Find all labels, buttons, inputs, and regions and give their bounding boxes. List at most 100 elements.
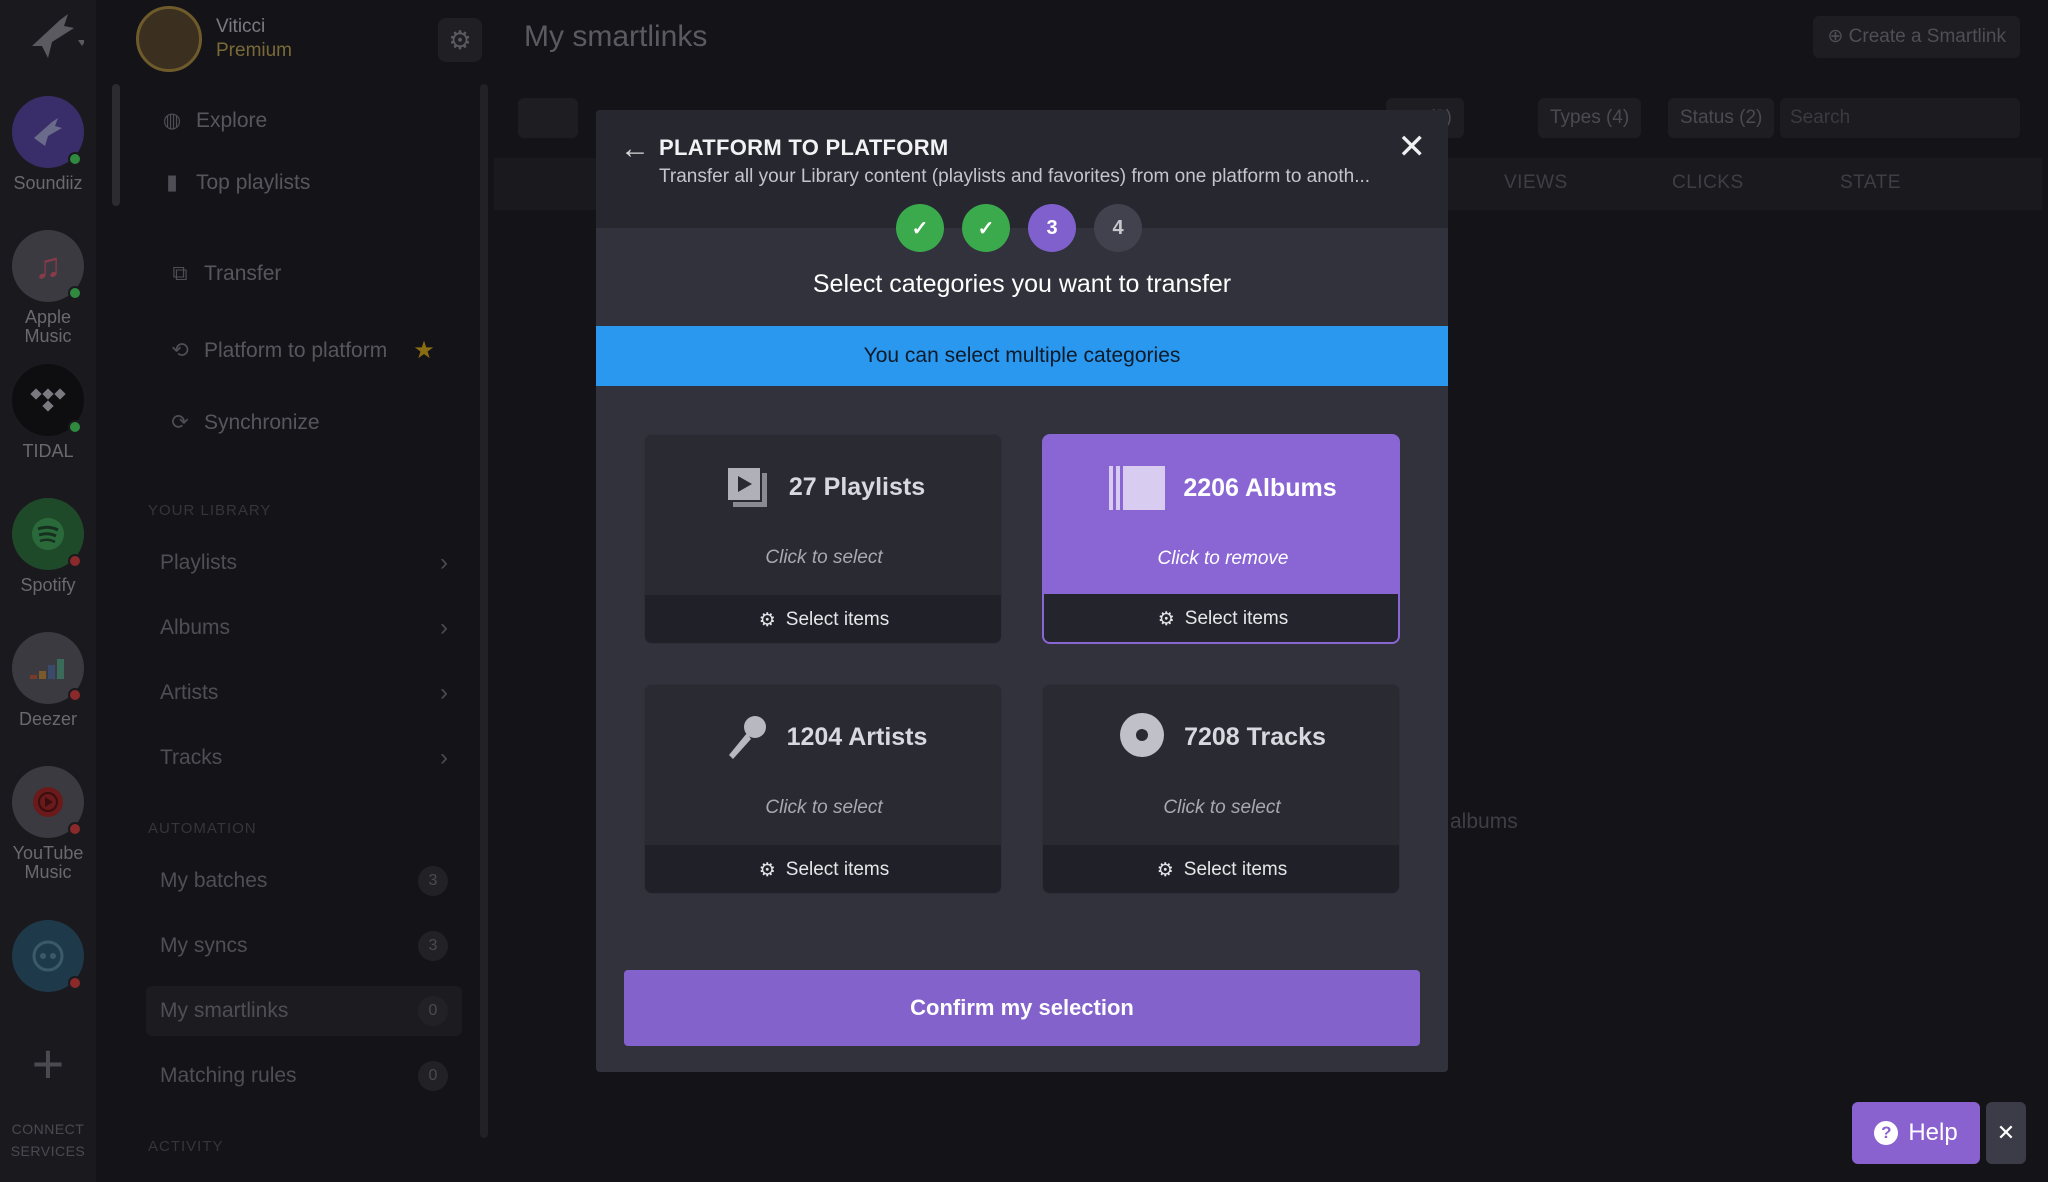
playlist-icon bbox=[723, 463, 771, 511]
select-items-button[interactable]: ⚙ Select items bbox=[1043, 845, 1399, 893]
select-items-label: Select items bbox=[785, 609, 890, 630]
modal-heading: Select categories you want to transfer bbox=[812, 270, 1232, 298]
service-deezer[interactable]: Deezer bbox=[0, 632, 96, 729]
stepper: ✓ ✓ 3 4 bbox=[896, 204, 1142, 252]
select-items-button[interactable]: ⚙ Select items bbox=[645, 595, 1001, 643]
select-items-button[interactable]: ⚙ Select items bbox=[645, 845, 1001, 893]
chevron-right-icon: › bbox=[440, 549, 448, 576]
youtube-music-icon bbox=[12, 766, 84, 838]
step-4: 4 bbox=[1094, 204, 1142, 252]
transfer-icon: ⧉ bbox=[172, 262, 188, 285]
sync-icon: ⟳ bbox=[171, 411, 189, 434]
category-card-playlists[interactable]: 27 Playlists Click to select ⚙ Select it… bbox=[644, 434, 1002, 644]
back-arrow-icon[interactable]: ← bbox=[620, 132, 650, 166]
close-help-icon[interactable]: ✕ bbox=[1986, 1102, 2026, 1164]
apple-music-icon: ♫ bbox=[12, 230, 84, 302]
service-napster[interactable] bbox=[0, 920, 96, 992]
library-item-tracks[interactable]: Tracks › bbox=[146, 733, 462, 783]
library-item-artists[interactable]: Artists › bbox=[146, 668, 462, 718]
category-count: 7208 Tracks bbox=[1184, 722, 1326, 751]
platform-icon: ⟲ bbox=[171, 339, 189, 362]
album-icon bbox=[1109, 464, 1167, 512]
service-spotify[interactable]: Spotify bbox=[0, 498, 96, 595]
card-select-area[interactable]: 2206 Albums Click to remove bbox=[1044, 436, 1398, 596]
category-hint: Click to select bbox=[765, 797, 883, 818]
category-count: 2206 Albums bbox=[1183, 473, 1337, 502]
service-label: TIDAL bbox=[22, 441, 74, 461]
automation-item-batches[interactable]: My batches 3 bbox=[146, 856, 462, 906]
filter-types[interactable]: Types (4) bbox=[1538, 98, 1642, 138]
select-items-label: Select items bbox=[1184, 608, 1289, 629]
category-card-artists[interactable]: 1204 Artists Click to select ⚙ Select it… bbox=[644, 684, 1002, 894]
nav-label: Platform to platform bbox=[204, 338, 388, 362]
select-all-checkbox[interactable] bbox=[518, 98, 578, 138]
user-profile[interactable]: Viticci Premium bbox=[136, 6, 292, 72]
sidebar: Viticci Premium ⚙ ◍ Explore ▮ Top playli… bbox=[126, 0, 486, 1182]
nav-transfer[interactable]: ⧉ Transfer bbox=[168, 262, 282, 286]
automation-item-syncs[interactable]: My syncs 3 bbox=[146, 921, 462, 971]
chevron-right-icon: › bbox=[440, 679, 448, 706]
category-hint: Click to remove bbox=[1157, 548, 1289, 569]
globe-icon: ◍ bbox=[162, 109, 182, 132]
disc-icon bbox=[1118, 713, 1166, 761]
count-badge: 3 bbox=[418, 931, 448, 961]
status-dot bbox=[68, 286, 82, 300]
create-smartlink-button[interactable]: ⊕ Create a Smartlink bbox=[1813, 16, 2020, 58]
nav-top-playlists[interactable]: ▮ Top playlists bbox=[160, 170, 310, 195]
chevron-right-icon: › bbox=[440, 614, 448, 641]
card-select-area[interactable]: 7208 Tracks Click to select bbox=[1043, 685, 1399, 845]
info-banner: You can select multiple categories bbox=[596, 326, 1448, 386]
star-icon: ★ bbox=[413, 337, 435, 364]
nav-synchronize[interactable]: ⟳ Synchronize bbox=[168, 410, 319, 435]
column-state[interactable]: STATE bbox=[1840, 172, 1901, 194]
column-views[interactable]: VIEWS bbox=[1504, 172, 1568, 194]
nav-explore[interactable]: ◍ Explore bbox=[160, 108, 267, 133]
card-select-area[interactable]: 27 Playlists Click to select bbox=[645, 435, 1001, 595]
rail-scrollbar[interactable] bbox=[112, 84, 120, 206]
service-label: Spotify bbox=[20, 575, 76, 595]
service-tidal[interactable]: TIDAL bbox=[0, 364, 96, 461]
gear-icon: ⚙ bbox=[758, 609, 776, 631]
service-soundiiz[interactable]: Soundiiz bbox=[0, 96, 96, 193]
tidal-icon bbox=[12, 364, 84, 436]
service-label: Apple Music bbox=[24, 307, 72, 346]
confirm-selection-button[interactable]: Confirm my selection bbox=[624, 970, 1420, 1046]
automation-item-smartlinks[interactable]: My smartlinks 0 bbox=[146, 986, 462, 1036]
step-1: ✓ bbox=[896, 204, 944, 252]
step-3: 3 bbox=[1028, 204, 1076, 252]
page-title: My smartlinks bbox=[524, 20, 708, 53]
card-select-area[interactable]: 1204 Artists Click to select bbox=[645, 685, 1001, 845]
soundiiz-logo-icon[interactable] bbox=[24, 6, 86, 66]
nav-platform-to-platform[interactable]: ⟲ Platform to platform ★ bbox=[168, 336, 435, 365]
service-apple-music[interactable]: ♫ Apple Music bbox=[0, 230, 96, 346]
category-count: 1204 Artists bbox=[786, 722, 928, 751]
gear-icon: ⚙ bbox=[758, 859, 776, 881]
user-plan: Premium bbox=[216, 40, 293, 61]
library-item-albums[interactable]: Albums › bbox=[146, 603, 462, 653]
column-clicks[interactable]: CLICKS bbox=[1672, 172, 1744, 194]
modal-title: PLATFORM TO PLATFORM bbox=[659, 135, 949, 160]
settings-gear-icon[interactable]: ⚙ bbox=[438, 18, 482, 62]
help-button[interactable]: ? Help bbox=[1852, 1102, 1980, 1164]
modal-subtitle: Transfer all your Library content (playl… bbox=[659, 166, 1371, 187]
automation-item-matching-rules[interactable]: Matching rules 0 bbox=[146, 1051, 462, 1101]
status-dot bbox=[68, 420, 82, 434]
connect-services-button[interactable]: + CONNECT SERVICES bbox=[0, 1034, 96, 1162]
service-youtube-music[interactable]: YouTube Music bbox=[0, 766, 96, 882]
count-badge: 0 bbox=[418, 996, 448, 1026]
nav-label: Transfer bbox=[204, 262, 282, 285]
status-dot bbox=[68, 152, 82, 166]
sidebar-scrollbar[interactable] bbox=[480, 84, 488, 1138]
plus-icon: + bbox=[31, 1032, 65, 1095]
status-dot bbox=[68, 976, 82, 990]
select-items-button[interactable]: ⚙ Select items bbox=[1044, 594, 1398, 642]
library-item-playlists[interactable]: Playlists › bbox=[146, 538, 462, 588]
category-card-albums[interactable]: 2206 Albums Click to remove ⚙ Select ite… bbox=[1042, 434, 1400, 644]
search-input[interactable]: Search bbox=[1780, 98, 2020, 138]
close-icon[interactable]: ✕ bbox=[1398, 130, 1427, 164]
napster-icon bbox=[12, 920, 84, 992]
section-your-library: YOUR LIBRARY bbox=[148, 502, 272, 519]
filter-status[interactable]: Status (2) bbox=[1668, 98, 1775, 138]
count-badge: 3 bbox=[418, 866, 448, 896]
category-card-tracks[interactable]: 7208 Tracks Click to select ⚙ Select ite… bbox=[1042, 684, 1400, 894]
